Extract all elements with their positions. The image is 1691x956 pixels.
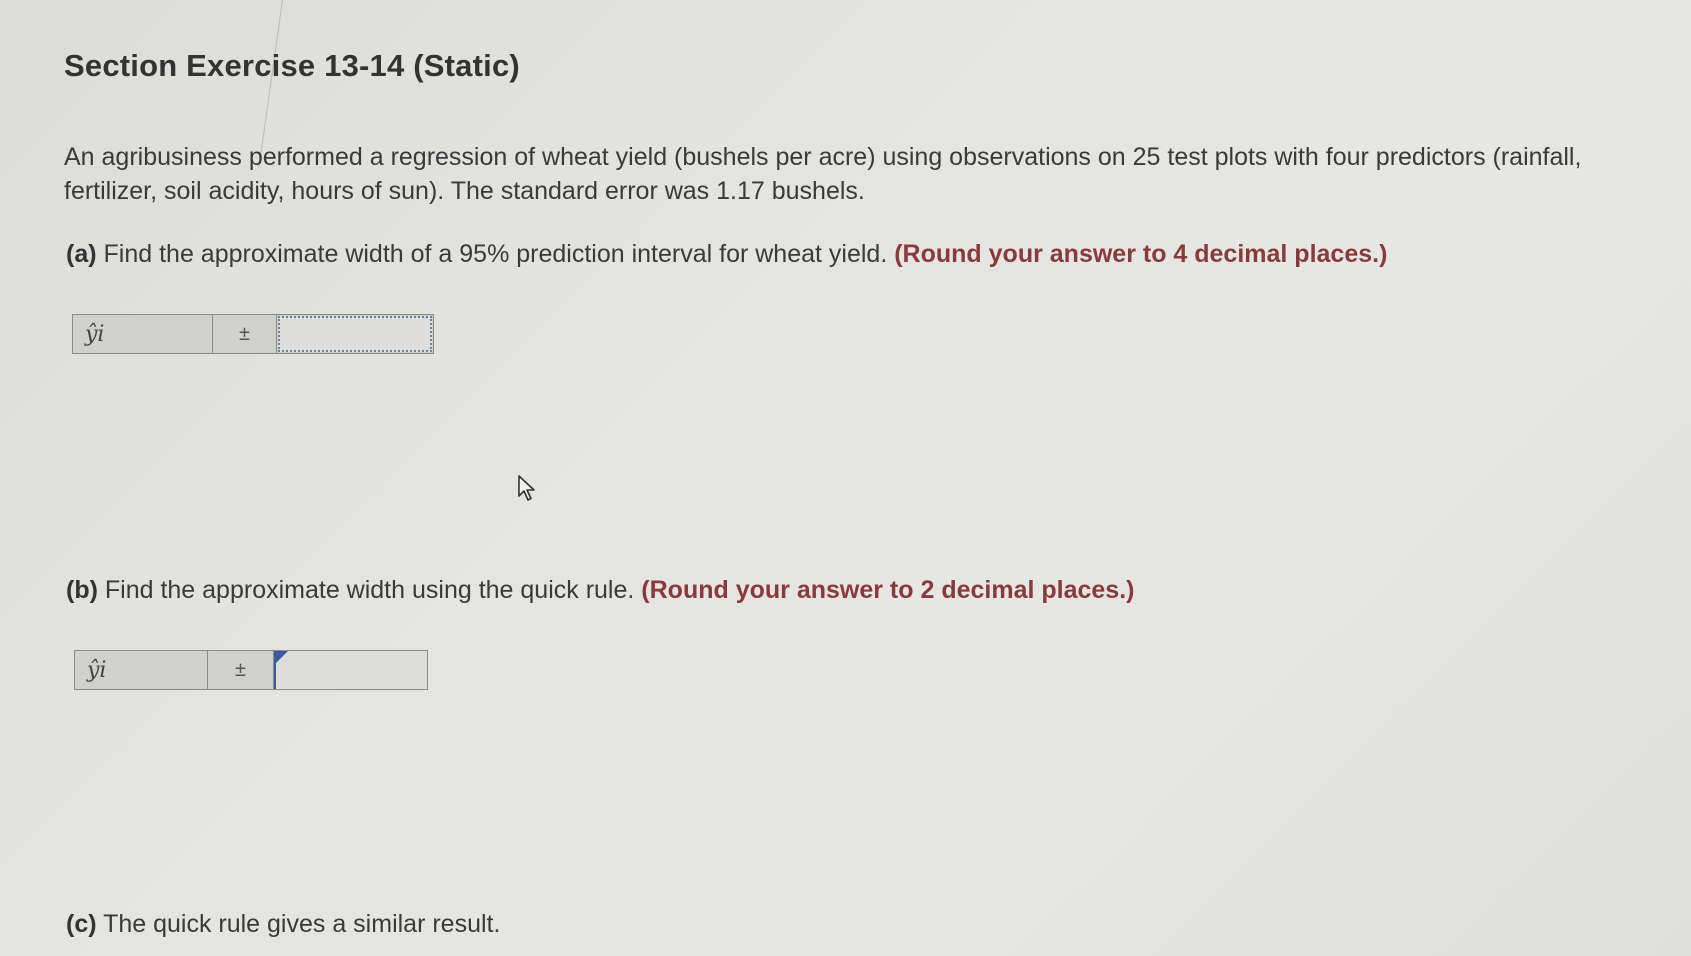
focus-corner-marker xyxy=(276,651,288,663)
exercise-page: Section Exercise 13-14 (Static) An agrib… xyxy=(0,0,1691,956)
question-b-round-note: (Round your answer to 2 decimal places.) xyxy=(641,576,1135,604)
question-a: (a) Find the approximate width of a 95% … xyxy=(66,240,1387,269)
question-a-text: Find the approximate width of a 95% pred… xyxy=(103,240,888,268)
question-c-text: The quick rule gives a similar result. xyxy=(103,910,501,938)
question-c: (c) The quick rule gives a similar resul… xyxy=(66,910,500,939)
arrow-cursor-icon xyxy=(518,475,535,501)
question-b-letter: (b) xyxy=(66,576,98,604)
answer-input-b[interactable] xyxy=(274,651,427,689)
yhat-label-a: ŷi xyxy=(73,315,213,353)
question-b: (b) Find the approximate width using the… xyxy=(66,576,1134,605)
question-c-letter: (c) xyxy=(66,910,97,938)
question-b-text: Find the approximate width using the qui… xyxy=(104,576,635,604)
answer-row-b: ŷi ± xyxy=(74,650,428,690)
problem-statement: An agribusiness performed a regression o… xyxy=(64,143,1582,205)
plus-minus-b: ± xyxy=(208,651,274,689)
answer-input-a[interactable] xyxy=(278,316,432,352)
plus-minus-a: ± xyxy=(213,315,277,353)
question-a-letter: (a) xyxy=(66,240,97,268)
page-title: Section Exercise 13-14 (Static) xyxy=(64,48,520,83)
question-a-round-note: (Round your answer to 4 decimal places.) xyxy=(894,240,1388,268)
yhat-label-b: ŷi xyxy=(75,651,208,689)
answer-row-a: ŷi ± xyxy=(72,314,434,354)
